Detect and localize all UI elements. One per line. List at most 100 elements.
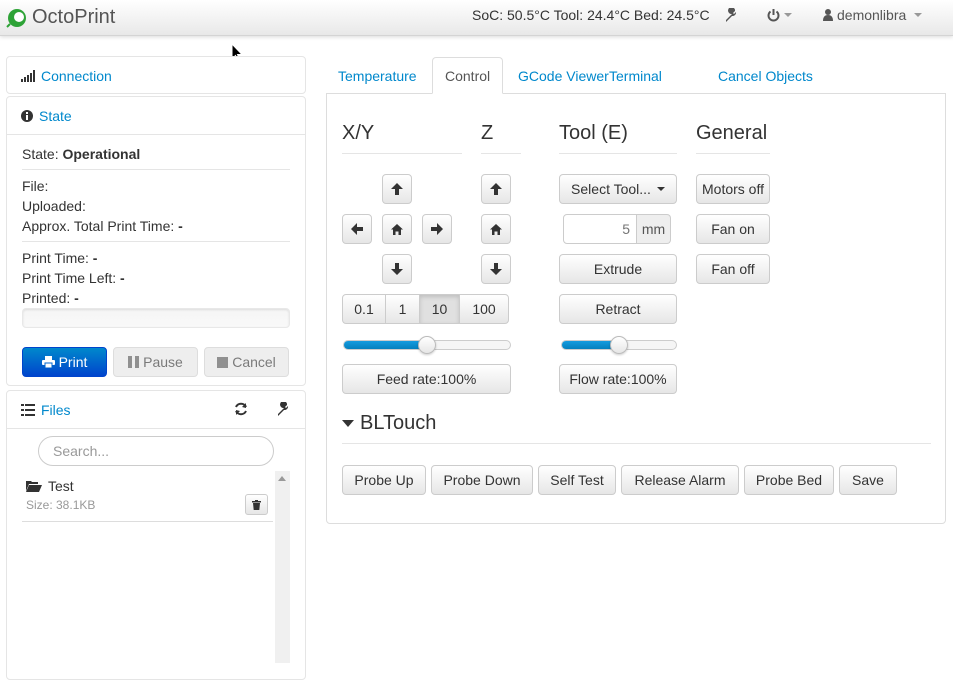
pause-button[interactable]: Pause [113, 347, 198, 377]
time-left-label: Print Time Left: [22, 270, 117, 286]
print-button[interactable]: Print [22, 347, 107, 377]
scroll-up-icon[interactable] [278, 476, 286, 481]
general-title: General [696, 122, 768, 144]
user-menu[interactable]: demonlibra [823, 7, 923, 23]
connection-title: Connection [41, 68, 112, 84]
caret-down-icon [342, 420, 354, 427]
state-title: State [39, 108, 72, 124]
probe-bed-button[interactable]: Probe Bed [744, 465, 834, 495]
power-icon [767, 8, 780, 22]
files-header[interactable]: Files [7, 391, 305, 429]
feed-rate-button[interactable]: Feed rate:100% [342, 364, 511, 394]
fan-off-button[interactable]: Fan off [696, 254, 770, 284]
file-size: Size: 38.1KB [26, 498, 96, 512]
feed-rate-slider[interactable] [343, 336, 511, 354]
navbar: OctoPrint SoC: 50.5°C Tool: 24.4°C Bed: … [0, 0, 953, 36]
print-icon [41, 356, 55, 368]
printed-line: Printed: - [22, 290, 79, 306]
tab-control[interactable]: Control [432, 57, 504, 94]
file-list: Test Size: 38.1KB [22, 471, 290, 663]
probe-down-button[interactable]: Probe Down [431, 465, 533, 495]
step-10-button[interactable]: 10 [419, 294, 460, 324]
pause-icon [128, 356, 140, 368]
fan-on-button[interactable]: Fan on [696, 214, 770, 244]
files-title: Files [41, 402, 71, 418]
wrench-icon[interactable] [724, 8, 738, 22]
tab-cancel-objects[interactable]: Cancel Objects [712, 57, 819, 94]
home-xy-button[interactable] [382, 214, 412, 244]
step-100-button[interactable]: 100 [459, 294, 509, 324]
jog-x-minus-button[interactable] [342, 214, 372, 244]
brand-link[interactable]: OctoPrint [6, 4, 115, 30]
delete-file-button[interactable] [245, 494, 268, 515]
temperature-readout[interactable]: SoC: 50.5°C Tool: 24.4°C Bed: 24.5°C [472, 7, 710, 23]
probe-up-button[interactable]: Probe Up [342, 465, 426, 495]
jog-z-minus-button[interactable] [481, 254, 511, 284]
pause-label: Pause [143, 354, 183, 370]
arrow-left-icon [351, 223, 363, 235]
home-icon [391, 223, 403, 235]
uploaded-label: Uploaded: [22, 198, 86, 214]
system-menu-button[interactable] [767, 8, 792, 22]
file-name-row: Test [26, 478, 74, 494]
feed-rate-handle[interactable] [418, 336, 436, 354]
select-tool-label: Select Tool... [571, 181, 651, 197]
motors-off-button[interactable]: Motors off [696, 174, 770, 204]
jog-y-minus-button[interactable] [382, 254, 412, 284]
step-0.1-button[interactable]: 0.1 [342, 294, 386, 324]
tab-terminal[interactable]: Terminal [603, 57, 668, 94]
connection-header[interactable]: Connection [7, 57, 305, 95]
flow-rate-slider[interactable] [561, 336, 677, 354]
cancel-label: Cancel [232, 354, 276, 370]
chevron-down-icon [784, 13, 792, 17]
time-left-line: Print Time Left: - [22, 270, 125, 286]
home-icon [490, 223, 502, 235]
print-label: Print [58, 354, 88, 370]
file-list-scrollbar[interactable] [275, 471, 290, 663]
cancel-button[interactable]: Cancel [204, 347, 289, 377]
state-label: State: [22, 146, 59, 162]
extrude-amount-group: mm [563, 214, 671, 244]
list-icon [21, 404, 35, 416]
tool-title: Tool (E) [559, 122, 628, 144]
jog-x-plus-button[interactable] [422, 214, 452, 244]
file-search-input[interactable] [38, 436, 274, 466]
file-label: File: [22, 178, 49, 194]
info-icon [21, 110, 33, 122]
username: demonlibra [837, 7, 907, 23]
select-tool-button[interactable]: Select Tool... [559, 174, 677, 204]
print-progress-bar [22, 308, 290, 328]
file-name: Test [48, 478, 74, 494]
extrude-button[interactable]: Extrude [559, 254, 677, 284]
jog-y-plus-button[interactable] [382, 174, 412, 204]
feed-rate-fill [344, 341, 427, 349]
jog-z-plus-button[interactable] [481, 174, 511, 204]
release-alarm-button[interactable]: Release Alarm [621, 465, 739, 495]
connection-panel: Connection [6, 56, 306, 94]
bltouch-header[interactable]: BLTouch [342, 412, 436, 435]
self-test-button[interactable]: Self Test [538, 465, 616, 495]
flow-rate-handle[interactable] [610, 336, 628, 354]
wrench-icon[interactable] [276, 402, 290, 416]
print-time-line: Print Time: - [22, 250, 97, 266]
home-z-button[interactable] [481, 214, 511, 244]
extrude-amount-input[interactable] [563, 214, 637, 244]
retract-button[interactable]: Retract [559, 294, 677, 324]
z-title: Z [481, 122, 494, 144]
refresh-icon[interactable] [234, 402, 248, 416]
state-value: Operational [62, 146, 141, 162]
stop-icon [217, 356, 229, 368]
printed-label: Printed: [22, 290, 71, 306]
caret-down-icon [656, 187, 665, 191]
tab-temperature[interactable]: Temperature [332, 57, 423, 94]
arrow-down-icon [391, 263, 403, 275]
print-time-label: Print Time: [22, 250, 89, 266]
flow-rate-button[interactable]: Flow rate:100% [559, 364, 677, 394]
step-1-button[interactable]: 1 [385, 294, 420, 324]
save-button[interactable]: Save [839, 465, 897, 495]
state-header[interactable]: State [7, 97, 305, 135]
brand-name: OctoPrint [32, 5, 116, 28]
tab-gcode-viewer[interactable]: GCode Viewer [512, 57, 615, 94]
list-item[interactable]: Test Size: 38.1KB [22, 471, 273, 522]
arrow-up-icon [391, 183, 403, 195]
